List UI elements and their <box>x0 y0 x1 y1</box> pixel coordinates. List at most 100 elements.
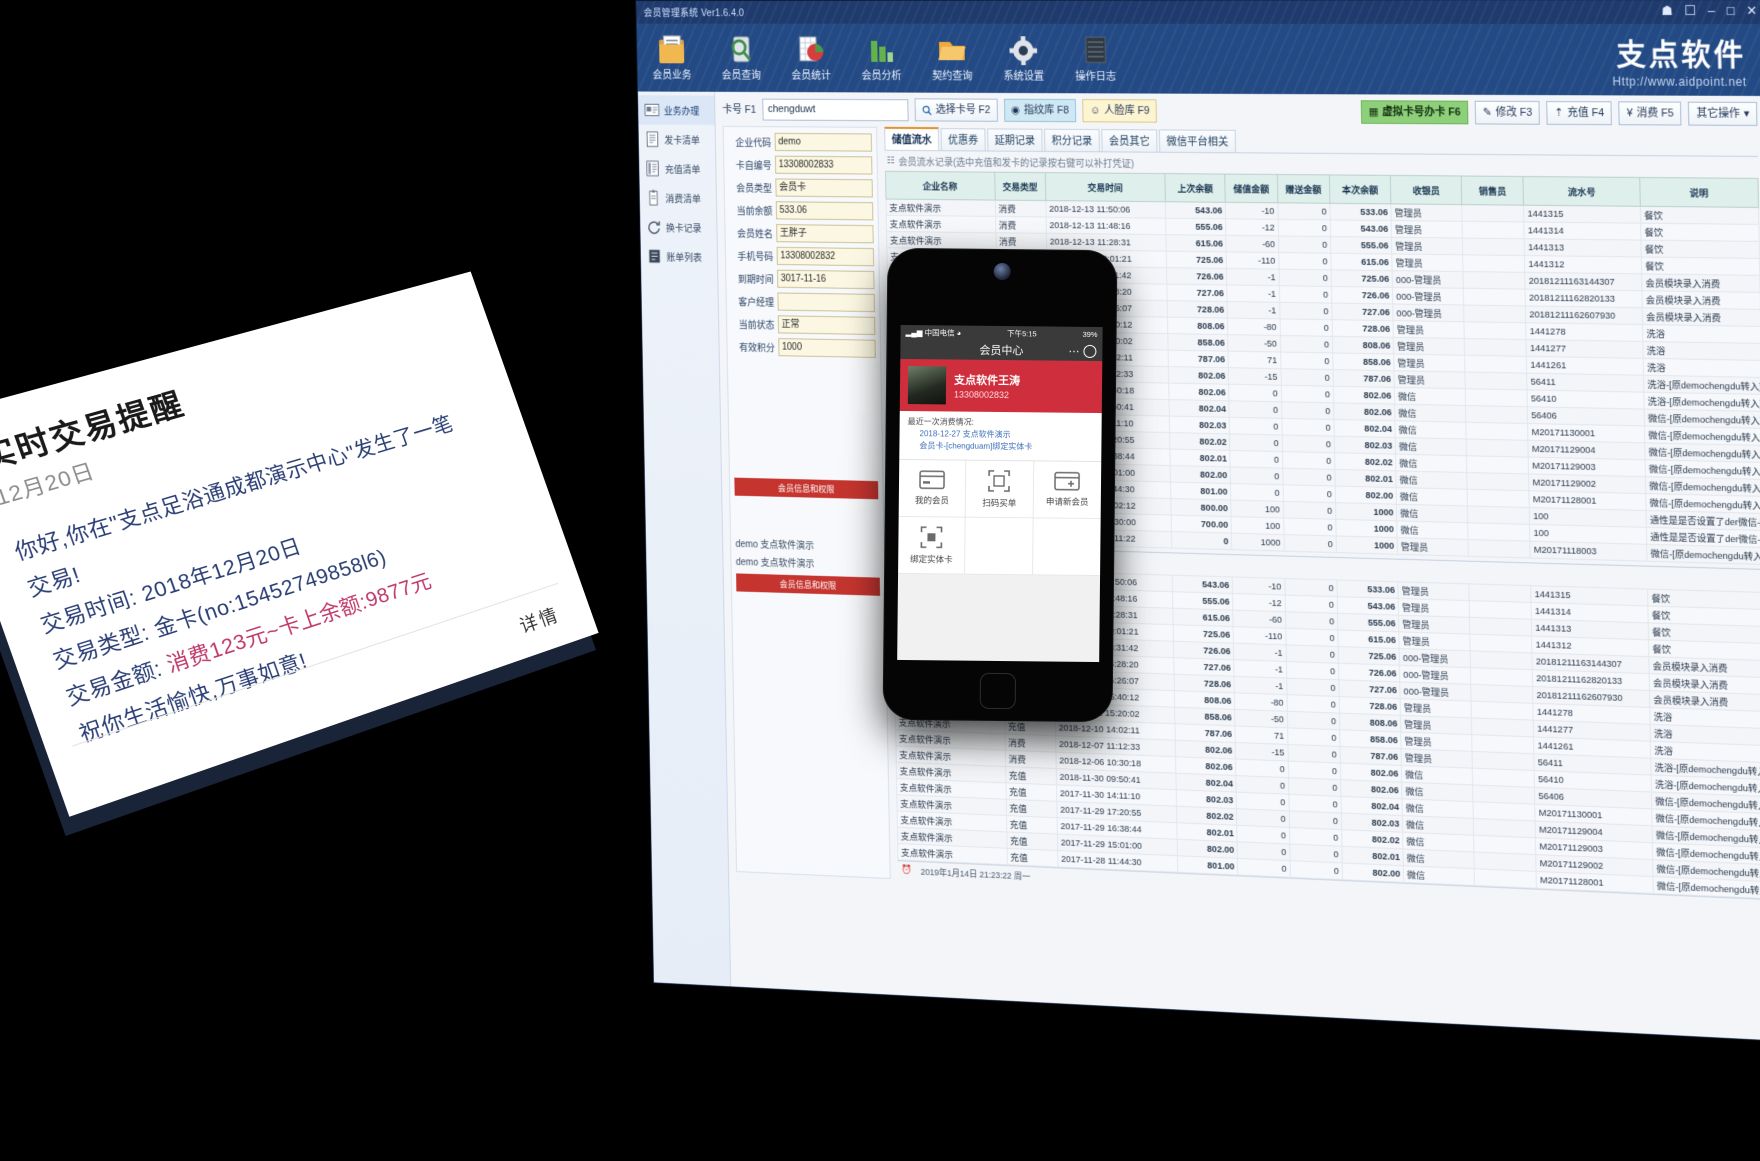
phone-menu-apply-member[interactable]: 申请新会员 <box>1033 461 1102 520</box>
card-no-input[interactable] <box>762 98 909 121</box>
maximize-icon[interactable]: □ <box>1727 2 1735 20</box>
cell-current-balance: 727.06 <box>1331 303 1394 321</box>
form-value[interactable]: demo <box>774 132 873 152</box>
phone-menu-my-member[interactable]: 我的会员 <box>898 459 967 518</box>
tab-stored-value[interactable]: 储值流水 <box>884 126 940 151</box>
virtual-card-button[interactable]: ▦ 虚拟卡号办卡 F6 <box>1360 100 1469 125</box>
form-value[interactable]: 王胖子 <box>776 224 874 244</box>
minimize-icon[interactable]: – <box>1708 2 1715 20</box>
form-value[interactable] <box>777 292 875 313</box>
ribbon-item-member-stats[interactable]: 会员统计 <box>782 27 839 82</box>
cell-salesperson <box>1462 254 1526 273</box>
tab-extension-records[interactable]: 延期记录 <box>987 128 1043 151</box>
cell-remark: 洗浴 <box>1643 358 1760 378</box>
edit-button[interactable]: ✎ 修改 F3 <box>1474 100 1541 125</box>
bar-chart-icon <box>853 28 910 66</box>
col-trans-time[interactable]: 交易时间 <box>1045 172 1166 202</box>
tab-points-records[interactable]: 积分记录 <box>1044 128 1100 152</box>
brand-name: 支点软件 <box>1616 38 1747 72</box>
sidebar-item-issue-list[interactable]: 发卡清单 <box>638 125 715 155</box>
cell-gift-amount: 0 <box>1278 235 1331 254</box>
cell-serial-no: 1441315 <box>1523 205 1641 224</box>
cell-prev-balance: 802.02 <box>1169 432 1231 451</box>
form-label: 当前状态 <box>738 320 775 332</box>
col-cashier[interactable]: 收银员 <box>1390 175 1462 205</box>
cell-prev-balance: 802.04 <box>1168 399 1230 418</box>
col-prev-balance[interactable]: 上次余额 <box>1164 173 1226 203</box>
cell-cashier: 微信 <box>1397 520 1469 540</box>
cell-gift-amount: 0 <box>1286 661 1339 680</box>
form-value[interactable]: 会员卡 <box>775 178 873 198</box>
recharge-button[interactable]: ⇡ 充值 F4 <box>1546 101 1613 126</box>
screenshot-stage: 会员管理系统 Ver1.6.4.0 ☗ ☐ – □ ✕ 会员业务 会员查询 会员… <box>0 0 1760 1161</box>
copy-icon[interactable]: ☐ <box>1684 2 1696 20</box>
col-stored-amount[interactable]: 储值金额 <box>1225 174 1278 203</box>
tab-member-other[interactable]: 会员其它 <box>1101 129 1158 152</box>
ribbon-item-label: 会员查询 <box>721 70 762 82</box>
cell-gift-amount: 0 <box>1287 727 1340 747</box>
qr-bind-icon <box>920 525 943 548</box>
window-controls[interactable]: ☗ ☐ – □ ✕ <box>1661 2 1757 20</box>
card-plus-icon <box>1054 471 1081 491</box>
form-row: 企业代码 demo <box>728 132 873 152</box>
cell-stored-amount: -1 <box>1234 676 1287 695</box>
col-serial-no[interactable]: 流水号 <box>1523 176 1641 207</box>
phone-menu-scan-pay[interactable]: 扫码买单 <box>965 460 1034 519</box>
recharge-button-label: 充值 F4 <box>1567 107 1605 120</box>
other-actions-button[interactable]: 其它操作 ▾ <box>1688 101 1758 126</box>
sidebar-item-consume-list[interactable]: 消费清单 <box>640 183 717 213</box>
cell-current-balance: 615.06 <box>1330 253 1393 271</box>
target-circle-icon[interactable] <box>1083 344 1097 358</box>
fingerprint-button[interactable]: ◉ 指纹库 F8 <box>1003 98 1077 123</box>
sidebar-item-card-change[interactable]: 换卡记录 <box>640 212 717 242</box>
ribbon-item-member-query[interactable]: 会员查询 <box>713 27 769 82</box>
form-label: 有效积分 <box>739 343 775 355</box>
window-titlebar: 会员管理系统 Ver1.6.4.0 ☗ ☐ – □ ✕ <box>636 0 1760 24</box>
close-icon[interactable]: ✕ <box>1746 2 1757 20</box>
sidebar-item-label: 换卡记录 <box>665 223 702 235</box>
pick-card-button[interactable]: 选择卡号 F2 <box>914 98 998 122</box>
tab-wechat-platform[interactable]: 微信平台相关 <box>1158 129 1237 153</box>
col-remark[interactable]: 说明 <box>1639 177 1759 208</box>
form-row: 当前状态 正常 <box>731 315 876 335</box>
phone-menu-bind-card[interactable]: 绑定实体卡 <box>898 516 966 575</box>
face-button[interactable]: ☺ 人脸库 F9 <box>1082 99 1158 123</box>
ribbon-item-member-analysis[interactable]: 会员分析 <box>853 28 910 84</box>
phone-nav-title: 会员中心 <box>979 344 1024 358</box>
ribbon-item-system-settings[interactable]: 系统设置 <box>994 28 1052 84</box>
tab-coupons[interactable]: 优惠券 <box>940 128 986 151</box>
phone-home-button[interactable] <box>979 672 1017 710</box>
col-enterprise[interactable]: 企业名称 <box>885 171 996 201</box>
cell-salesperson <box>1468 539 1531 558</box>
ribbon-item-operation-log[interactable]: 操作日志 <box>1066 28 1124 84</box>
form-value[interactable]: 13308002832 <box>776 246 875 267</box>
form-value[interactable]: 3017-11-16 <box>777 269 875 290</box>
cell-gift-amount: 0 <box>1284 578 1338 597</box>
cell-stored-amount: -12 <box>1225 218 1279 236</box>
form-value[interactable]: 1000 <box>778 338 876 358</box>
ribbon-item-member-business[interactable]: 会员业务 <box>644 27 700 82</box>
cell-cashier: 管理员 <box>1391 203 1463 222</box>
cell-cashier: 000-管理员 <box>1392 270 1464 289</box>
col-trans-type[interactable]: 交易类型 <box>994 172 1046 201</box>
sidebar-item-bill-list[interactable]: 账单列表 <box>641 241 718 271</box>
col-salesperson[interactable]: 销售员 <box>1461 176 1524 206</box>
phone-time: 下午5:15 <box>1007 328 1037 338</box>
cell-gift-amount: 0 <box>1283 517 1337 536</box>
col-gift-amount[interactable]: 赠送金额 <box>1277 174 1330 204</box>
avatar <box>907 366 947 405</box>
member-permission-button-2[interactable]: 会员信息和权限 <box>736 573 881 596</box>
pin-icon[interactable]: ☗ <box>1661 2 1673 20</box>
cell-stored-amount: 1000 <box>1231 533 1285 552</box>
col-current-balance[interactable]: 本次余额 <box>1329 174 1392 204</box>
sidebar-item-business[interactable]: 业务办理 <box>637 95 715 125</box>
ellipsis-icon[interactable]: ⋯ <box>1068 344 1080 357</box>
form-value[interactable]: 533.06 <box>775 201 874 221</box>
form-value[interactable]: 13308002833 <box>774 155 873 175</box>
consume-button[interactable]: ¥ 消费 F5 <box>1618 101 1682 126</box>
sidebar-item-recharge-list[interactable]: 充值清单 <box>639 154 716 184</box>
ribbon-item-contract-query[interactable]: 契约查询 <box>923 28 981 84</box>
form-label: 企业代码 <box>735 138 772 150</box>
form-value[interactable]: 正常 <box>777 315 876 335</box>
cell-serial-no: 1441261 <box>1526 356 1644 376</box>
